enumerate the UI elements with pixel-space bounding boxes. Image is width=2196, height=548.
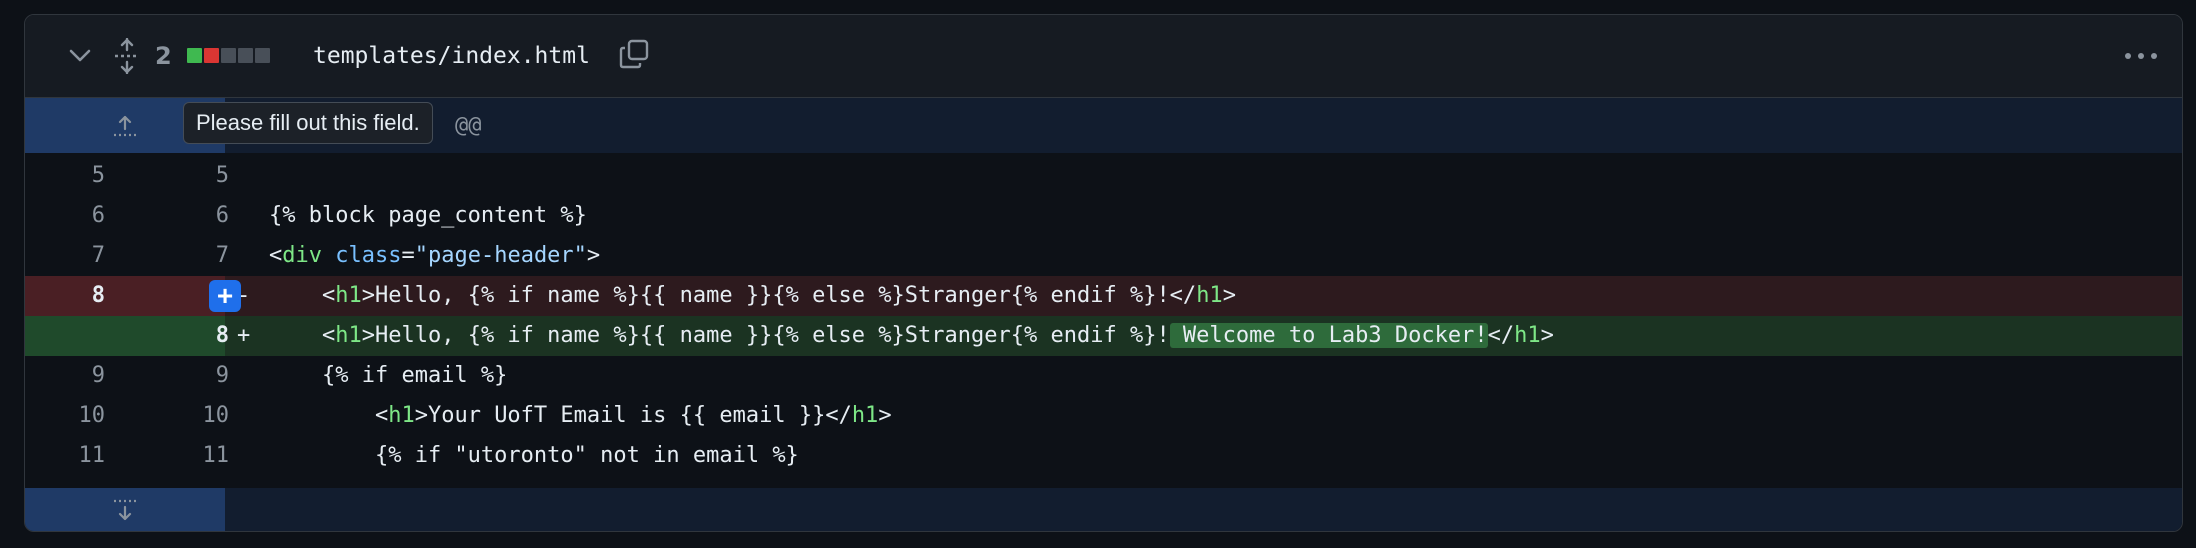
diff-file: 2 templates/index.html @@ 5 5 6 6 {% blo… bbox=[24, 14, 2183, 532]
diff-line-context: 6 6 {% block page_content %} bbox=[25, 196, 2182, 236]
code-line: <div class="page-header"> bbox=[269, 236, 600, 276]
code-line: <h1>Hello, {% if name %}{{ name }}{% els… bbox=[269, 316, 1554, 356]
code-tag: h1 bbox=[388, 403, 415, 428]
code-punct: < bbox=[269, 243, 283, 268]
code-tag: h1 bbox=[335, 323, 362, 348]
code-punct: </ bbox=[1487, 323, 1515, 348]
kebab-horizontal-icon[interactable] bbox=[2117, 41, 2165, 71]
diffstat-block bbox=[187, 48, 202, 63]
old-line-number[interactable]: 7 bbox=[25, 236, 105, 276]
code-line: {% block page_content %} bbox=[269, 203, 587, 228]
old-line-number[interactable]: 6 bbox=[25, 196, 105, 236]
code-tag: h1 bbox=[1196, 283, 1223, 308]
diff-line-context: 5 5 bbox=[25, 156, 2182, 196]
add-comment-button[interactable]: + bbox=[209, 280, 241, 312]
diff-table: @@ 5 5 6 6 {% block page_content %} 7 7 … bbox=[25, 98, 2182, 531]
diffstat bbox=[187, 47, 270, 64]
new-line-number[interactable]: 8 bbox=[125, 316, 229, 356]
code-text: >Hello, {% if name %}{{ name }}{% else %… bbox=[361, 283, 1197, 308]
old-line-number[interactable]: 10 bbox=[25, 396, 106, 436]
old-line-number[interactable]: 9 bbox=[25, 356, 105, 396]
code-punct: < bbox=[269, 403, 389, 428]
file-header: 2 templates/index.html bbox=[25, 15, 2182, 98]
code-punct: = bbox=[401, 243, 415, 268]
code-text: >Hello, {% if name %}{{ name }}{% else %… bbox=[361, 323, 1170, 348]
code-punct: < bbox=[269, 283, 336, 308]
diffstat-block bbox=[238, 48, 253, 63]
diffstat-block bbox=[255, 48, 270, 63]
diffstat-block bbox=[204, 48, 219, 63]
new-line-number[interactable]: 9 bbox=[125, 356, 229, 396]
added-text-highlight: Welcome to Lab3 Docker! bbox=[1169, 323, 1488, 348]
code-tag: h1 bbox=[335, 283, 362, 308]
new-line-number[interactable]: 11 bbox=[125, 436, 230, 476]
code-punct: > bbox=[1222, 283, 1236, 308]
code-punct: > bbox=[878, 403, 892, 428]
changes-count: 2 bbox=[155, 42, 172, 70]
diff-line-addition: 8 + <h1>Hello, {% if name %}{{ name }}{%… bbox=[25, 316, 2182, 356]
validation-tooltip: Please fill out this field. bbox=[183, 102, 433, 144]
old-line-number[interactable]: 5 bbox=[25, 156, 105, 196]
diff-line-context: 9 9 {% if email %} bbox=[25, 356, 2182, 396]
code-attr: class bbox=[335, 243, 402, 268]
hunk-header-text: @@ bbox=[455, 113, 482, 138]
code-line: {% if email %} bbox=[269, 363, 508, 388]
new-line-number[interactable]: 10 bbox=[125, 396, 230, 436]
code-punct: < bbox=[269, 323, 336, 348]
old-line-number[interactable] bbox=[25, 316, 105, 356]
diff-line-context: 11 11 {% if "utoronto" not in email %} bbox=[25, 436, 2182, 476]
chevron-down-icon[interactable] bbox=[61, 39, 99, 73]
expand-down-icon[interactable] bbox=[25, 488, 225, 531]
addition-marker: + bbox=[237, 323, 251, 348]
code-line: <h1>Hello, {% if name %}{{ name }}{% els… bbox=[269, 276, 1236, 316]
new-line-number[interactable]: 6 bbox=[125, 196, 229, 236]
code-line: {% if "utoronto" not in email %} bbox=[269, 443, 799, 468]
code-tag: h1 bbox=[1514, 323, 1541, 348]
code-punct: > bbox=[1540, 323, 1554, 348]
diffstat-block bbox=[221, 48, 236, 63]
code-punct: > bbox=[586, 243, 601, 268]
new-line-number[interactable]: 7 bbox=[125, 236, 229, 276]
code-line: <h1>Your UofT Email is {{ email }}</h1> bbox=[269, 396, 892, 436]
diff-line-context: 7 7 <div class="page-header"> bbox=[25, 236, 2182, 276]
hunk-footer-row bbox=[25, 488, 2182, 531]
code-text: >Your UofT Email is {{ email }}</ bbox=[414, 403, 852, 428]
new-line-number[interactable]: 5 bbox=[125, 156, 229, 196]
old-line-number[interactable]: 11 bbox=[25, 436, 106, 476]
file-name-link[interactable]: templates/index.html bbox=[313, 37, 590, 75]
code-tag: div bbox=[282, 243, 322, 268]
diff-line-deletion: 8 - <h1>Hello, {% if name %}{{ name }}{%… bbox=[25, 276, 2182, 316]
copy-icon[interactable] bbox=[615, 35, 653, 73]
diff-line-context: 10 10 <h1>Your UofT Email is {{ email }}… bbox=[25, 396, 2182, 436]
code-tag: h1 bbox=[851, 403, 879, 428]
code-string: "page-header" bbox=[414, 243, 587, 268]
old-line-number[interactable]: 8 bbox=[25, 276, 105, 316]
unfold-icon[interactable] bbox=[107, 35, 147, 77]
